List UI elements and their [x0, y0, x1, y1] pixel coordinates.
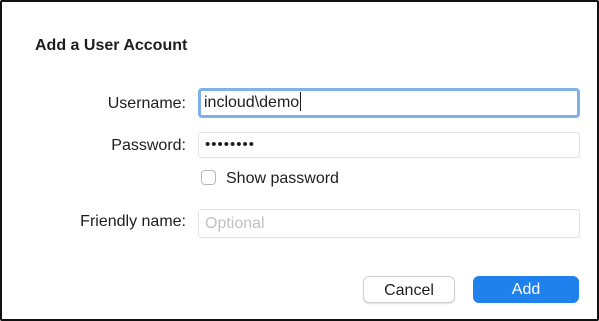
username-field[interactable]: incloud\demo [198, 88, 580, 118]
username-value: incloud\demo [204, 94, 300, 111]
show-password-label[interactable]: Show password [226, 170, 339, 188]
password-masked-value: •••••••• [205, 136, 256, 153]
friendly-name-field[interactable] [198, 209, 580, 238]
friendly-name-label: Friendly name: [80, 213, 186, 230]
username-label: Username: [107, 95, 186, 112]
dialog-title: Add a User Account [35, 37, 188, 54]
show-password-checkbox[interactable] [201, 170, 216, 185]
cancel-button[interactable]: Cancel [363, 276, 455, 303]
add-user-account-dialog: Add a User Account Username: incloud\dem… [0, 0, 599, 321]
password-field[interactable]: •••••••• [198, 132, 580, 158]
password-label: Password: [111, 137, 186, 154]
text-caret [300, 92, 302, 111]
add-button[interactable]: Add [473, 276, 579, 303]
